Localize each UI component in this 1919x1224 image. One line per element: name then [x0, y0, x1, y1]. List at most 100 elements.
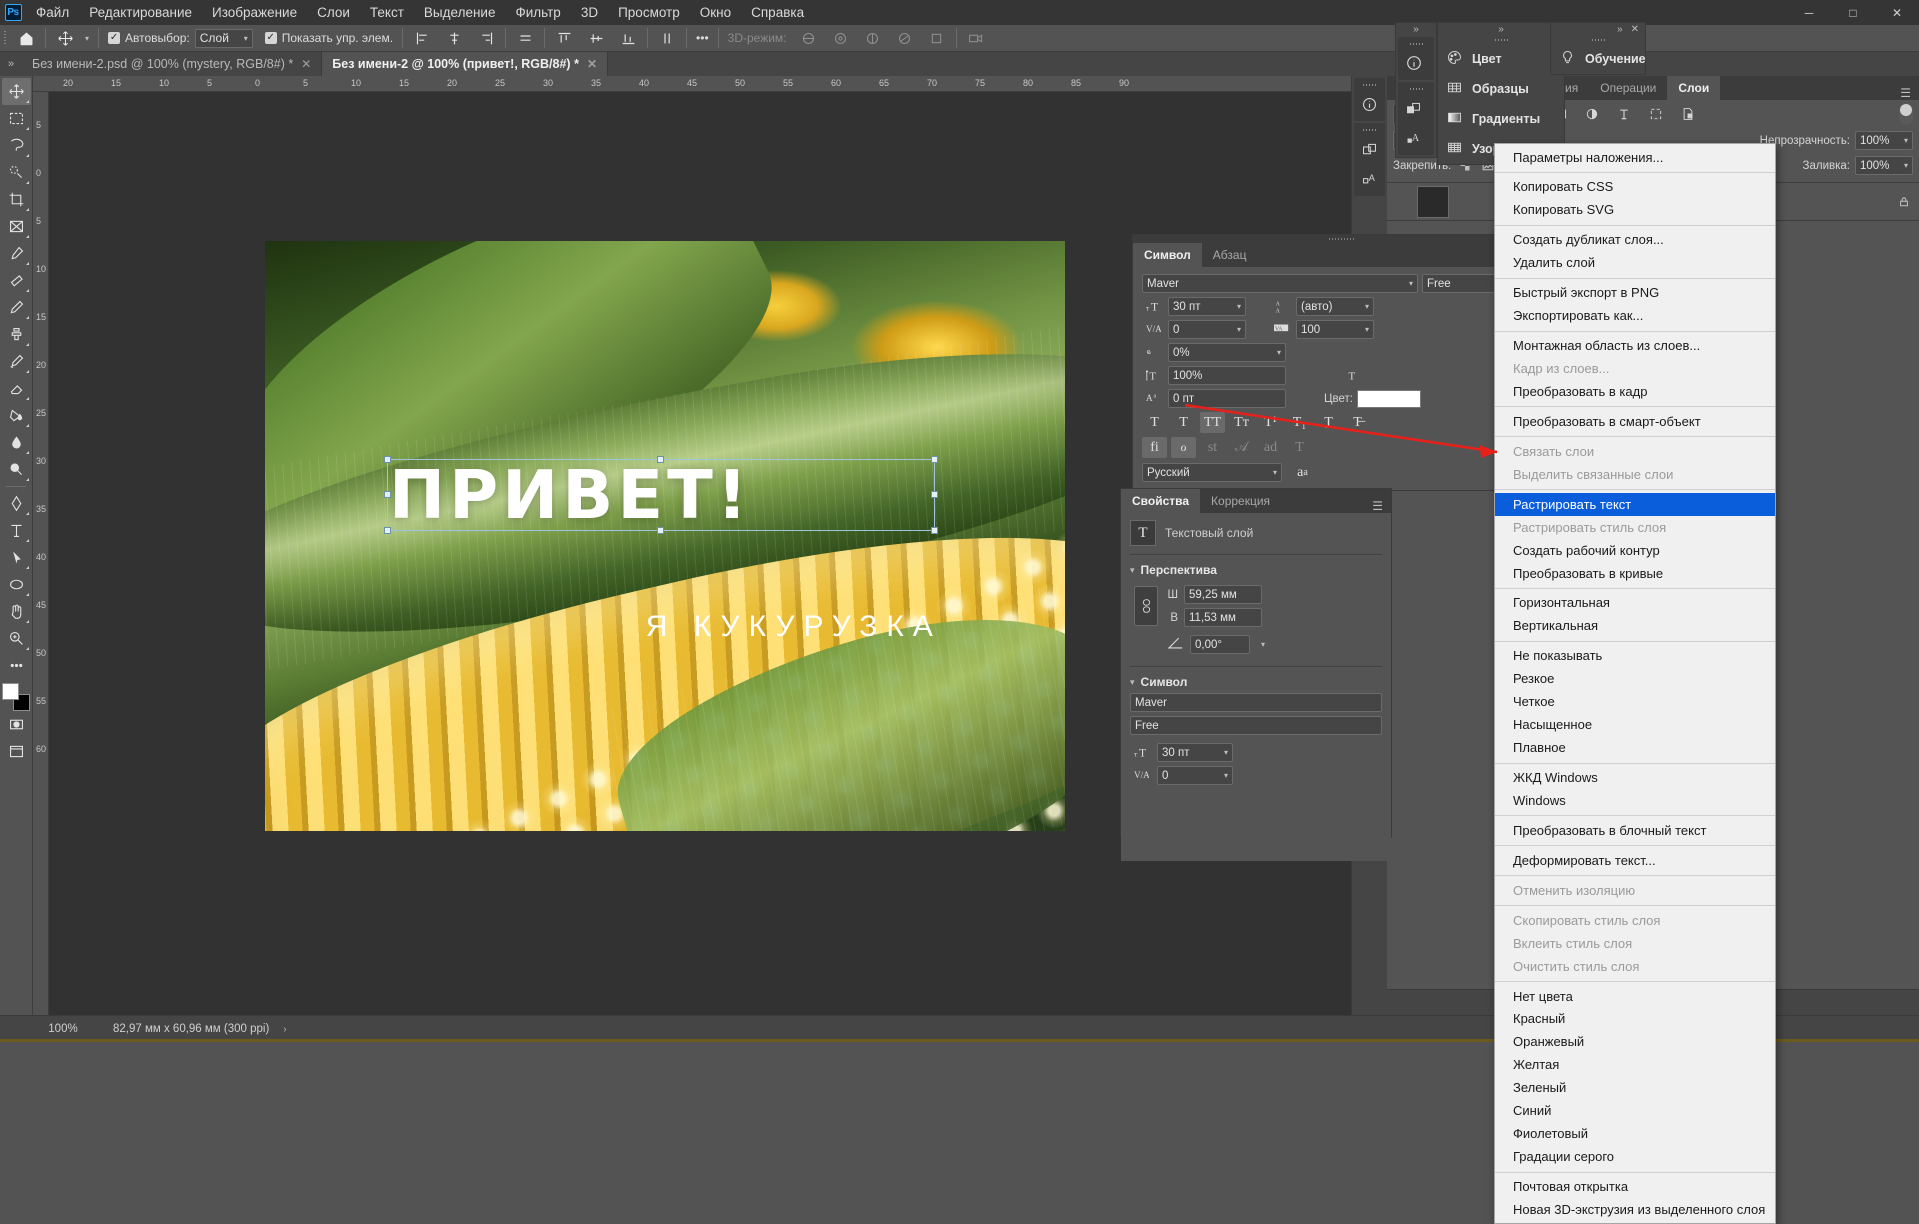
chevron-down-icon[interactable]: ▾	[1261, 640, 1265, 649]
rail-grip[interactable]	[1354, 125, 1385, 134]
rectangular-marquee-tool[interactable]	[2, 105, 31, 132]
menu-item-convert-to-smart-object[interactable]: Преобразовать в смарт-объект	[1495, 410, 1775, 433]
superscript-button[interactable]: T¹	[1258, 412, 1283, 433]
align-bottom-button[interactable]	[612, 25, 644, 52]
blur-tool[interactable]	[2, 429, 31, 456]
scale-3d-button[interactable]	[921, 25, 953, 52]
font-size-input[interactable]: 30 пт ▾	[1168, 297, 1246, 316]
menu-item-export-as[interactable]: Экспортировать как...	[1495, 305, 1775, 328]
rail-grip[interactable]	[1551, 35, 1645, 44]
menu-3d[interactable]: 3D	[571, 1, 608, 24]
swash-button[interactable]: 𝒜	[1229, 437, 1254, 458]
menu-help[interactable]: Справка	[741, 1, 814, 24]
contextual-alternates-button[interactable]: ℴ	[1171, 437, 1196, 458]
status-expand-chevron[interactable]: ›	[269, 1024, 286, 1035]
panel-button-color[interactable]: Цвет	[1438, 44, 1564, 74]
smartobject-filter-icon[interactable]	[1677, 104, 1699, 124]
shape-filter-icon[interactable]	[1645, 104, 1667, 124]
glyphs-panel-button[interactable]: A	[1354, 164, 1385, 194]
history-brush-tool[interactable]	[2, 348, 31, 375]
show-controls-checkbox[interactable]: ✓	[265, 32, 277, 44]
distribute-v-button[interactable]	[651, 25, 683, 52]
menu-item-color-none[interactable]: Нет цвета	[1495, 985, 1775, 1008]
healing-brush-tool[interactable]	[2, 267, 31, 294]
close-icon[interactable]: ✕	[301, 57, 311, 71]
leading-input[interactable]: (авто) ▾	[1296, 297, 1374, 316]
info-panel-button[interactable]	[1398, 48, 1429, 78]
menu-item-artboard-from-layers[interactable]: Монтажная область из слоев...	[1495, 335, 1775, 358]
tab-actions[interactable]: Операции	[1589, 76, 1667, 100]
menu-item-antialias-crisp[interactable]: Четкое	[1495, 691, 1775, 714]
menu-filter[interactable]: Фильтр	[505, 1, 570, 24]
edit-toolbar-button[interactable]	[2, 652, 31, 679]
menu-type[interactable]: Текст	[360, 1, 414, 24]
menu-item-antialias-smooth[interactable]: Плавное	[1495, 737, 1775, 760]
move-tool[interactable]	[2, 78, 31, 105]
chevron-down-icon[interactable]: ▾	[85, 34, 89, 43]
menu-item-color-orange[interactable]: Оранжевый	[1495, 1031, 1775, 1054]
tab-adjustments[interactable]: Коррекция	[1200, 489, 1281, 513]
options-bar-grip[interactable]	[0, 25, 10, 52]
screen-mode-button[interactable]	[2, 738, 31, 765]
menu-file[interactable]: Файл	[26, 1, 79, 24]
align-center-h-button[interactable]	[438, 25, 470, 52]
angle-input[interactable]: 0,00°	[1190, 635, 1250, 654]
rotate-3d-button[interactable]	[793, 25, 825, 52]
menu-item-antialias-sharp[interactable]: Резкое	[1495, 668, 1775, 691]
menu-item-postcard[interactable]: Почтовая открытка	[1495, 1176, 1775, 1199]
show-transform-controls-option[interactable]: ✓ Показать упр. элем.	[259, 25, 399, 52]
layer-context-menu[interactable]: Параметры наложения... Копировать CSS Ко…	[1494, 143, 1776, 1224]
align-middle-v-button[interactable]	[580, 25, 612, 52]
distribute-h-button[interactable]	[509, 25, 541, 52]
transform-handle-middle-right[interactable]	[931, 491, 938, 498]
transform-handle-top-right[interactable]	[931, 456, 938, 463]
type-tool[interactable]	[2, 517, 31, 544]
chevron-down-icon[interactable]: ▾	[1130, 677, 1135, 688]
camera-3d-button[interactable]	[960, 25, 992, 52]
menu-item-horizontal[interactable]: Горизонтальная	[1495, 592, 1775, 615]
transform-handle-top-center[interactable]	[657, 456, 664, 463]
rail-grip[interactable]	[1438, 35, 1564, 44]
prop-size-input[interactable]: 30 пт ▾	[1157, 743, 1233, 762]
menu-item-antialias-strong[interactable]: Насыщенное	[1495, 714, 1775, 737]
strikethrough-button[interactable]: T̶	[1345, 412, 1370, 433]
vertical-ruler[interactable]: 5 0 5 10 15 20 25 30 35 40 45 50 55 60	[33, 92, 49, 1015]
pan-3d-button[interactable]	[857, 25, 889, 52]
minimize-button[interactable]: ─	[1787, 0, 1831, 25]
document-tab-1[interactable]: Без имени-2.psd @ 100% (mystery, RGB/8#)…	[22, 52, 322, 76]
titling-alternates-button[interactable]: T	[1287, 437, 1312, 458]
menu-item-blending-options[interactable]: Параметры наложения...	[1495, 146, 1775, 169]
menu-window[interactable]: Окно	[690, 1, 741, 24]
menu-item-color-red[interactable]: Красный	[1495, 1008, 1775, 1031]
menu-item-color-gray[interactable]: Градации серого	[1495, 1146, 1775, 1169]
panel-button-swatches[interactable]: Образцы	[1438, 74, 1564, 104]
menu-item-copy-css[interactable]: Копировать CSS	[1495, 176, 1775, 199]
tab-properties[interactable]: Свойства	[1121, 489, 1200, 513]
oldstyle-button[interactable]: ad	[1258, 437, 1283, 458]
roll-3d-button[interactable]	[825, 25, 857, 52]
menu-item-color-yellow[interactable]: Желтая	[1495, 1054, 1775, 1077]
glyphs-panel-button[interactable]: A	[1398, 123, 1429, 153]
close-icon[interactable]: ✕	[1631, 24, 1639, 35]
faux-bold-button[interactable]: T	[1142, 412, 1167, 433]
transform-handle-bottom-left[interactable]	[384, 527, 391, 534]
menu-item-convert-to-frame[interactable]: Преобразовать в кадр	[1495, 380, 1775, 403]
text-selection-bounding-box[interactable]	[387, 459, 935, 531]
tabs-overflow-chevron[interactable]: »	[0, 52, 22, 76]
menu-select[interactable]: Выделение	[414, 1, 506, 24]
menu-item-color-green[interactable]: Зеленый	[1495, 1077, 1775, 1100]
all-caps-button[interactable]: TT	[1200, 412, 1225, 433]
autoselect-option[interactable]: ✓ Автовыбор: Слой ▾	[102, 25, 259, 52]
menu-item-antialias-windows[interactable]: Windows	[1495, 789, 1775, 812]
layer-visibility-icon[interactable]	[1393, 193, 1411, 211]
autoselect-scope-select[interactable]: Слой ▾	[195, 29, 253, 48]
brush-tool[interactable]	[2, 294, 31, 321]
frame-tool[interactable]	[2, 213, 31, 240]
perspective-section-header[interactable]: ▾ Перспектива	[1130, 555, 1382, 581]
menu-item-antialias-none[interactable]: Не показывать	[1495, 645, 1775, 668]
pen-tool[interactable]	[2, 490, 31, 517]
baseline-shift-input[interactable]: 0 пт	[1168, 389, 1286, 408]
panel-menu-icon[interactable]: ☰	[1892, 86, 1919, 100]
foreground-background-colors[interactable]	[2, 683, 30, 711]
adjustment-filter-icon[interactable]	[1581, 104, 1603, 124]
